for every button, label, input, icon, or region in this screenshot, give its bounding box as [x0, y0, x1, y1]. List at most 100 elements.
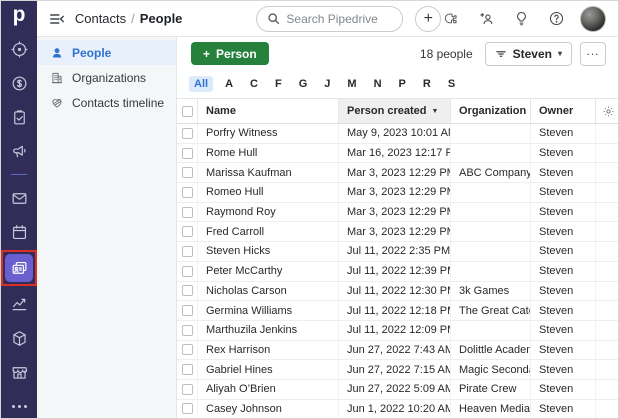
person-name-cell[interactable]: Porfry Witness	[197, 124, 338, 143]
person-name-cell[interactable]: Rome Hull	[197, 144, 338, 163]
table-row[interactable]: Marthuzila JenkinsJul 11, 2022 12:09 PMS…	[177, 321, 618, 341]
alphabet-letter-r[interactable]: R	[418, 76, 436, 92]
person-name-cell[interactable]: Marissa Kaufman	[197, 163, 338, 182]
organization-cell[interactable]	[450, 203, 530, 222]
person-name-cell[interactable]: Germina Williams	[197, 301, 338, 320]
organization-cell[interactable]	[450, 183, 530, 202]
breadcrumb-section[interactable]: Contacts	[75, 11, 126, 26]
row-checkbox[interactable]	[182, 207, 193, 218]
table-row[interactable]: Steven HicksJul 11, 2022 2:35 PMSteven	[177, 242, 618, 262]
puzzle-icon[interactable]	[441, 9, 461, 29]
pipedrive-logo[interactable]: p	[1, 1, 37, 28]
add-person-button[interactable]: + Person	[191, 42, 269, 65]
row-checkbox-cell[interactable]	[177, 222, 197, 241]
search-input[interactable]	[286, 12, 386, 26]
alphabet-letter-s[interactable]: S	[443, 76, 460, 92]
person-name-cell[interactable]: Casey Johnson	[197, 400, 338, 418]
nav-campaigns[interactable]	[6, 139, 32, 163]
organization-cell[interactable]: Dolittle Academy	[450, 341, 530, 360]
column-header-owner[interactable]: Owner	[530, 99, 595, 123]
table-row[interactable]: Romeo HullMar 3, 2023 12:29 PMSteven	[177, 183, 618, 203]
organization-cell[interactable]: The Great Cater	[450, 301, 530, 320]
table-row[interactable]: Marissa KaufmanMar 3, 2023 12:29 PMABC C…	[177, 163, 618, 183]
column-header-name[interactable]: Name	[197, 99, 338, 123]
person-name-cell[interactable]: Raymond Roy	[197, 203, 338, 222]
alphabet-letter-g[interactable]: G	[294, 76, 313, 92]
table-row[interactable]: Germina WilliamsJul 11, 2022 12:18 PMThe…	[177, 301, 618, 321]
table-row[interactable]: Peter McCarthyJul 11, 2022 12:39 PMSteve…	[177, 262, 618, 282]
row-checkbox-cell[interactable]	[177, 301, 197, 320]
column-header-person-created[interactable]: Person created ▼	[338, 99, 450, 123]
user-avatar[interactable]	[580, 6, 606, 32]
alphabet-letter-all[interactable]: All	[189, 76, 213, 92]
subnav-item-organizations[interactable]: Organizations	[37, 65, 176, 90]
row-checkbox-cell[interactable]	[177, 282, 197, 301]
nav-mail[interactable]	[6, 186, 32, 210]
row-checkbox-cell[interactable]	[177, 341, 197, 360]
table-row[interactable]: Nicholas CarsonJul 11, 2022 12:30 PM3k G…	[177, 282, 618, 302]
person-name-cell[interactable]: Rex Harrison	[197, 341, 338, 360]
table-row[interactable]: Fred CarrollMar 3, 2023 12:29 PMSteven	[177, 222, 618, 242]
organization-cell[interactable]	[450, 144, 530, 163]
select-all-cell[interactable]	[177, 99, 197, 123]
row-checkbox-cell[interactable]	[177, 124, 197, 143]
nav-products[interactable]	[6, 326, 32, 350]
row-checkbox[interactable]	[182, 167, 193, 178]
alphabet-letter-n[interactable]: N	[369, 76, 387, 92]
filter-button[interactable]: Steven ▾	[485, 42, 572, 66]
subnav-item-people[interactable]: People	[37, 40, 176, 65]
row-checkbox[interactable]	[182, 384, 193, 395]
person-name-cell[interactable]: Nicholas Carson	[197, 282, 338, 301]
column-header-organization[interactable]: Organization	[450, 99, 530, 123]
nav-projects[interactable]	[6, 105, 32, 129]
more-options-button[interactable]: ...	[580, 42, 606, 66]
row-checkbox[interactable]	[182, 187, 193, 198]
table-row[interactable]: Rex HarrisonJun 27, 2022 7:43 AMDolittle…	[177, 341, 618, 361]
table-row[interactable]: Gabriel HinesJun 27, 2022 7:15 AMMagic S…	[177, 360, 618, 380]
lightbulb-icon[interactable]	[511, 9, 531, 29]
organization-cell[interactable]: 3k Games	[450, 282, 530, 301]
organization-cell[interactable]	[450, 124, 530, 143]
row-checkbox[interactable]	[182, 344, 193, 355]
nav-marketplace[interactable]	[6, 360, 32, 384]
alphabet-letter-c[interactable]: C	[245, 76, 263, 92]
nav-contacts[interactable]	[5, 254, 33, 282]
alphabet-letter-j[interactable]: J	[319, 76, 335, 92]
organization-cell[interactable]: Magic Seconda…	[450, 360, 530, 379]
row-checkbox[interactable]	[182, 226, 193, 237]
row-checkbox-cell[interactable]	[177, 242, 197, 261]
row-checkbox-cell[interactable]	[177, 203, 197, 222]
row-checkbox-cell[interactable]	[177, 163, 197, 182]
person-name-cell[interactable]: Marthuzila Jenkins	[197, 321, 338, 340]
organization-cell[interactable]: Pirate Crew	[450, 380, 530, 399]
nav-deals[interactable]	[6, 71, 32, 95]
row-checkbox-cell[interactable]	[177, 183, 197, 202]
table-row[interactable]: Raymond RoyMar 3, 2023 12:29 PMSteven	[177, 203, 618, 223]
nav-insights[interactable]	[6, 292, 32, 316]
alphabet-letter-m[interactable]: M	[342, 76, 361, 92]
person-name-cell[interactable]: Romeo Hull	[197, 183, 338, 202]
row-checkbox[interactable]	[182, 305, 193, 316]
quick-add-button[interactable]: +	[415, 6, 441, 32]
nav-more[interactable]	[6, 394, 32, 418]
row-checkbox-cell[interactable]	[177, 380, 197, 399]
column-settings-button[interactable]	[595, 99, 618, 123]
row-checkbox[interactable]	[182, 128, 193, 139]
organization-cell[interactable]	[450, 242, 530, 261]
row-checkbox-cell[interactable]	[177, 262, 197, 281]
organization-cell[interactable]	[450, 222, 530, 241]
collapse-sidebar-button[interactable]	[47, 9, 67, 29]
person-name-cell[interactable]: Peter McCarthy	[197, 262, 338, 281]
row-checkbox[interactable]	[182, 364, 193, 375]
table-row[interactable]: Rome HullMar 16, 2023 12:17 PMSteven	[177, 144, 618, 164]
row-checkbox[interactable]	[182, 285, 193, 296]
organization-cell[interactable]: ABC Company	[450, 163, 530, 182]
alphabet-letter-f[interactable]: F	[270, 76, 287, 92]
table-row[interactable]: Casey JohnsonJun 1, 2022 10:20 AMHeaven …	[177, 400, 618, 418]
person-name-cell[interactable]: Fred Carroll	[197, 222, 338, 241]
organization-cell[interactable]	[450, 321, 530, 340]
alphabet-letter-p[interactable]: P	[394, 76, 411, 92]
subnav-item-contacts-timeline[interactable]: Contacts timeline	[37, 90, 176, 115]
person-name-cell[interactable]: Gabriel Hines	[197, 360, 338, 379]
row-checkbox-cell[interactable]	[177, 400, 197, 418]
